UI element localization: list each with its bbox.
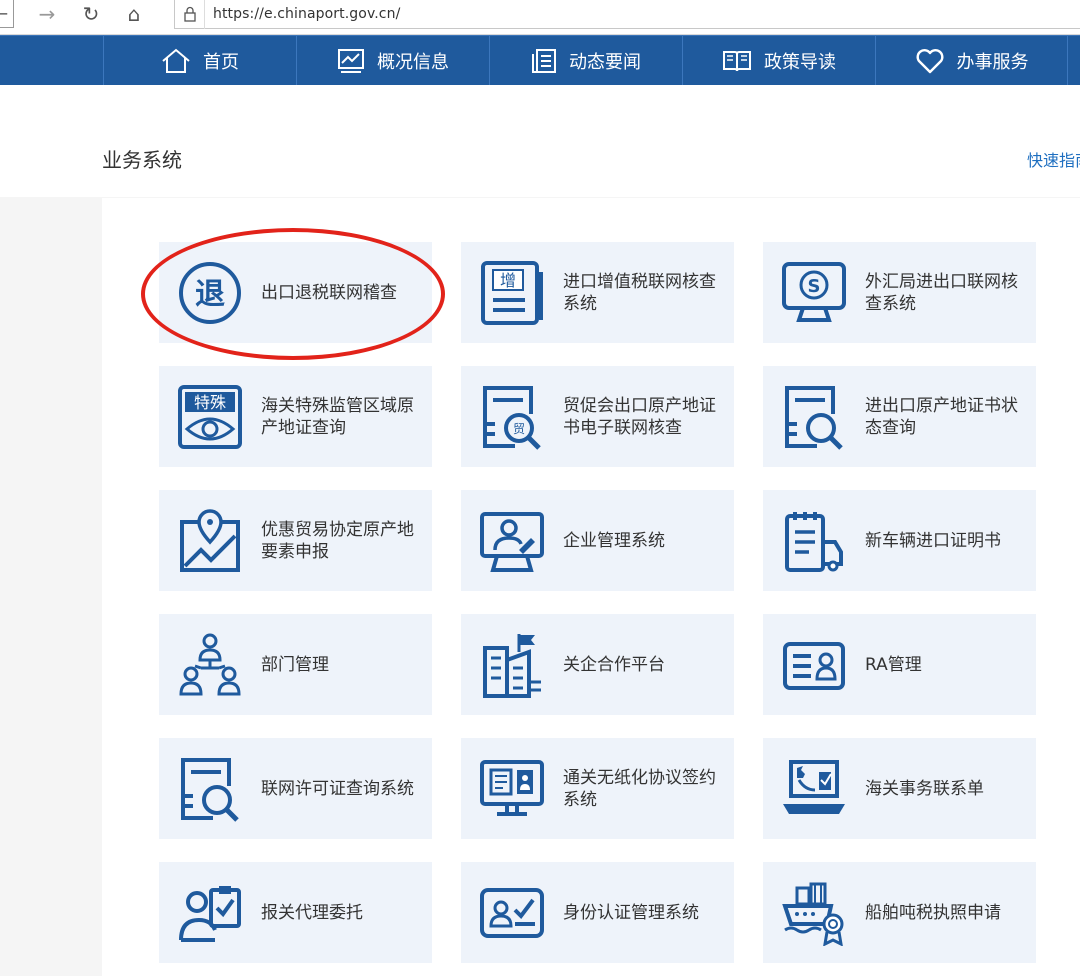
card-label: 船舶吨税执照申请 (865, 902, 1001, 923)
license-search-icon (177, 756, 243, 822)
card-label: 海关事务联系单 (865, 778, 984, 799)
back-icon[interactable]: ← (0, 0, 14, 28)
nav-item-overview[interactable]: 概况信息 (296, 36, 489, 85)
card-export-tax-refund[interactable]: 退 出口退税联网稽查 (159, 242, 432, 343)
browser-toolbar: ← → ↻ ⌂ https://e.chinaport.gov.cn/ (0, 0, 1080, 35)
card-label: 进口增值税联网核查系统 (563, 271, 716, 314)
laptop-contact-icon (781, 756, 847, 822)
lock-icon (175, 0, 205, 29)
card-label: 海关特殊监管区域原产地证查询 (261, 395, 414, 438)
card-department-mgmt[interactable]: 部门管理 (159, 614, 432, 715)
section-header-area (0, 85, 1080, 197)
card-label: 身份认证管理系统 (563, 902, 699, 923)
card-origin-status[interactable]: 进出口原产地证书状态查询 (763, 366, 1036, 467)
nav-label: 动态要闻 (569, 51, 641, 73)
card-preferential-origin[interactable]: 优惠贸易协定原产地要素申报 (159, 490, 432, 591)
card-label: 企业管理系统 (563, 530, 665, 551)
card-customs-enterprise[interactable]: 关企合作平台 (461, 614, 734, 715)
nav-item-policy[interactable]: 政策导读 (682, 36, 875, 85)
id-card-icon (781, 632, 847, 698)
card-customs-contact[interactable]: 海关事务联系单 (763, 738, 1036, 839)
card-license-query[interactable]: 联网许可证查询系统 (159, 738, 432, 839)
home-button-icon[interactable]: ⌂ (117, 0, 151, 28)
card-special-zone-origin[interactable]: 特殊 海关特殊监管区域原产地证查询 (159, 366, 432, 467)
card-label: 进出口原产地证书状态查询 (865, 395, 1018, 438)
nav-item-services[interactable]: 办事服务 (875, 36, 1068, 85)
paperless-monitor-icon (479, 756, 545, 822)
card-ccpit-origin[interactable]: 贸 贸促会出口原产地证书电子联网核查 (461, 366, 734, 467)
main-nav: 首页 概况信息 动态要闻 政策导读 办事服务 (0, 35, 1080, 85)
card-forex-check[interactable]: S 外汇局进出口联网核查系统 (763, 242, 1036, 343)
card-label: 优惠贸易协定原产地要素申报 (261, 519, 414, 562)
trade-certificate-search-icon: 贸 (479, 384, 545, 450)
card-label: 出口退税联网稽查 (261, 282, 397, 303)
svg-text:S: S (808, 276, 821, 297)
map-pin-chart-icon (177, 508, 243, 574)
reload-icon[interactable]: ↻ (74, 0, 108, 28)
svg-text:退: 退 (195, 277, 225, 312)
card-label: 通关无纸化协议签约系统 (563, 767, 716, 810)
org-users-icon (177, 632, 243, 698)
chart-icon (338, 48, 364, 73)
certificate-search-icon (781, 384, 847, 450)
svg-text:贸: 贸 (513, 422, 525, 436)
quick-guide-text[interactable]: 快速指南 (1027, 147, 1080, 171)
card-label: 新车辆进口证明书 (865, 530, 1001, 551)
nav-label: 概况信息 (377, 51, 449, 73)
nav-label: 首页 (203, 51, 239, 73)
card-label: 贸促会出口原产地证书电子联网核查 (563, 395, 716, 438)
svg-text:增: 增 (500, 271, 516, 290)
card-import-vat[interactable]: 增 进口增值税联网核查系统 (461, 242, 734, 343)
card-label: 部门管理 (261, 654, 329, 675)
card-paperless-agreement[interactable]: 通关无纸化协议签约系统 (461, 738, 734, 839)
tax-refund-icon: 退 (177, 260, 243, 326)
card-vehicle-import[interactable]: 新车辆进口证明书 (763, 490, 1036, 591)
section-title-text: 业务系统 (102, 148, 182, 172)
card-ship-tonnage[interactable]: 船舶吨税执照申请 (763, 862, 1036, 963)
news-icon (532, 48, 556, 73)
card-identity-auth[interactable]: 身份认证管理系统 (461, 862, 734, 963)
nav-label: 政策导读 (764, 51, 836, 73)
card-enterprise-mgmt[interactable]: 企业管理系统 (461, 490, 734, 591)
address-bar[interactable]: https://e.chinaport.gov.cn/ (174, 0, 1080, 29)
card-label: 联网许可证查询系统 (261, 778, 414, 799)
url-text: https://e.chinaport.gov.cn/ (213, 6, 401, 22)
vat-document-icon: 增 (479, 260, 545, 326)
forward-icon[interactable]: → (30, 0, 64, 28)
card-label: 报关代理委托 (261, 902, 363, 923)
heart-icon (916, 48, 943, 73)
agent-clipboard-icon (177, 880, 243, 946)
card-label: 外汇局进出口联网核查系统 (865, 271, 1018, 314)
card-ra-mgmt[interactable]: RA管理 (763, 614, 1036, 715)
home-icon (162, 48, 190, 73)
svg-text:特殊: 特殊 (194, 393, 226, 412)
vehicle-clipboard-icon (781, 508, 847, 574)
special-zone-eye-icon: 特殊 (177, 384, 243, 450)
book-icon (723, 50, 751, 71)
card-declaration-agent[interactable]: 报关代理委托 (159, 862, 432, 963)
ship-tonnage-icon (781, 880, 847, 946)
card-label: RA管理 (865, 654, 922, 675)
forex-monitor-icon: S (781, 260, 847, 326)
nav-label: 办事服务 (956, 51, 1029, 73)
card-label: 关企合作平台 (563, 654, 665, 675)
nav-item-home[interactable]: 首页 (103, 36, 296, 85)
identity-check-icon (479, 880, 545, 946)
enterprise-user-icon (479, 508, 545, 574)
building-flag-icon (479, 632, 545, 698)
nav-item-news[interactable]: 动态要闻 (489, 36, 682, 85)
